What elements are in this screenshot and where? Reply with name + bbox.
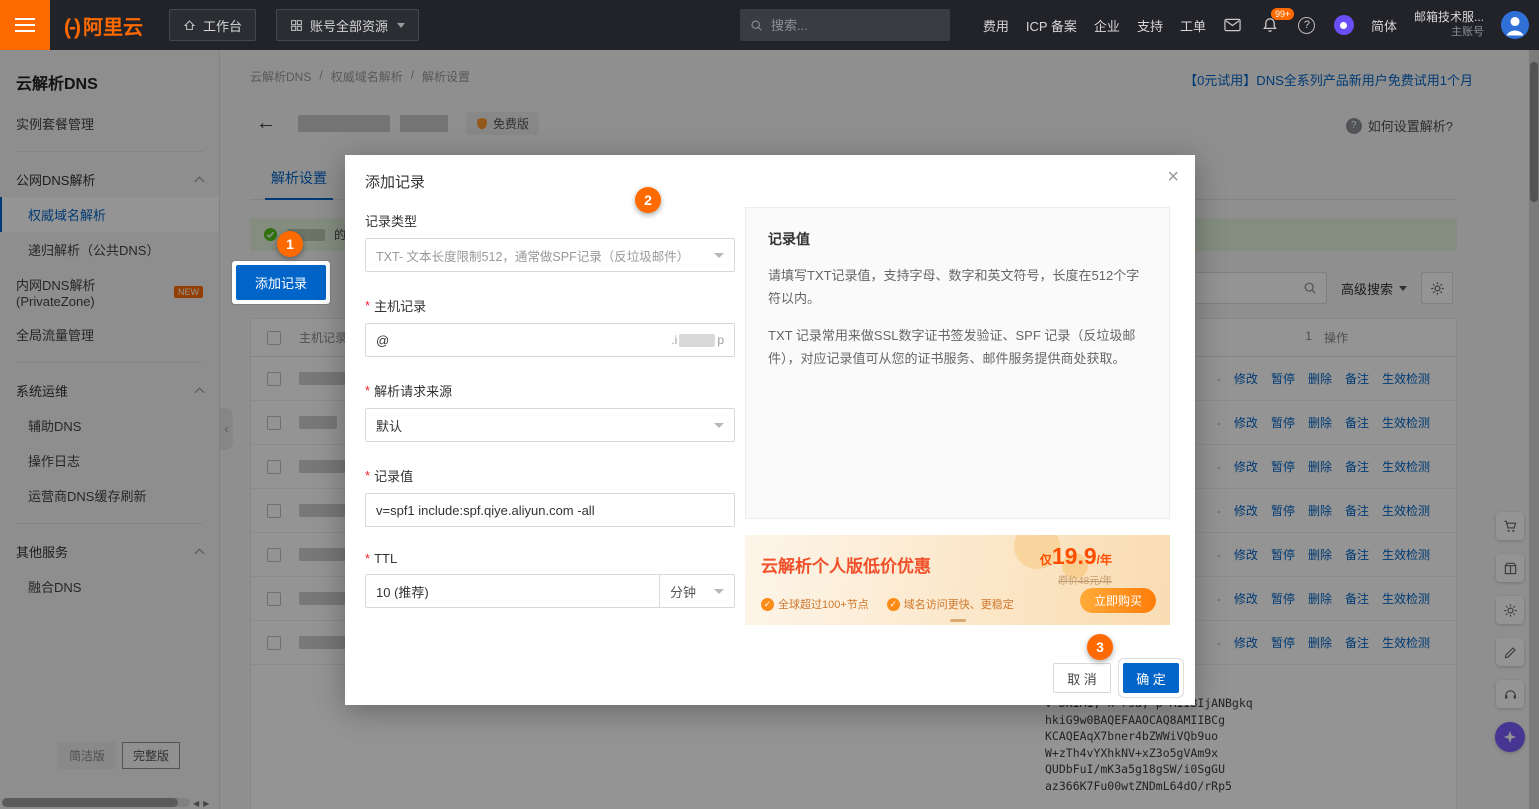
confirm-button[interactable]: 确 定 — [1123, 663, 1179, 693]
banner-feature: 域名访问更快、更稳定 — [904, 596, 1014, 612]
home-icon — [183, 19, 196, 32]
resource-picker-label: 账号全部资源 — [310, 16, 388, 35]
close-icon[interactable]: × — [1167, 167, 1179, 187]
host-record-value: @ — [376, 333, 389, 348]
topbar-nav-item[interactable]: 企业 — [1094, 16, 1120, 35]
record-value-input[interactable] — [376, 503, 724, 518]
price-number: 19.9 — [1052, 543, 1097, 570]
record-type-value: TXT- 文本长度限制512，通常做SPF记录（反垃圾邮件） — [376, 246, 689, 265]
aliyun-logo-icon: (-) — [64, 16, 79, 40]
personal-edition-promo-banner[interactable]: 云解析个人版低价优惠 仅 19.9 /年 原价48元/年 ✓ 全球超过100+节… — [745, 535, 1170, 625]
help-paragraph: TXT 记录常用来做SSL数字证书签发验证、SPF 记录（反垃圾邮件），对应记录… — [768, 324, 1147, 370]
aliyun-logo[interactable]: (-) 阿里云 — [64, 11, 143, 40]
required-mark: * — [365, 468, 370, 483]
required-mark: * — [365, 298, 370, 313]
check-icon: ✓ — [761, 598, 774, 611]
chevron-down-icon — [714, 589, 724, 594]
host-record-input[interactable]: @ .i p — [365, 323, 735, 357]
line-select[interactable]: 默认 — [365, 408, 735, 442]
field-label-text: 记录类型 — [365, 211, 417, 230]
required-mark: * — [365, 383, 370, 398]
domain-redacted — [679, 334, 715, 347]
buy-now-button[interactable]: 立即购买 — [1080, 588, 1156, 613]
suffix-postfix: p — [717, 333, 724, 347]
topbar-nav-item[interactable]: ICP 备案 — [1026, 16, 1077, 35]
resource-picker[interactable]: 账号全部资源 — [276, 9, 419, 41]
banner-features: ✓ 全球超过100+节点 ✓ 域名访问更快、更稳定 — [761, 596, 1014, 612]
carousel-indicator — [950, 619, 966, 622]
record-value-field[interactable] — [365, 493, 735, 527]
notification-bell-icon[interactable]: 99+ — [1260, 15, 1280, 35]
topbar-nav-item[interactable]: 工单 — [1180, 16, 1206, 35]
search-icon — [750, 19, 763, 32]
account-role: 主账号 — [1451, 25, 1484, 40]
chevron-down-icon — [714, 253, 724, 258]
chevron-down-icon — [714, 423, 724, 428]
question-mark-glyph: ? — [1298, 17, 1315, 34]
notification-badge: 99+ — [1271, 8, 1294, 20]
workbench-label: 工作台 — [203, 16, 242, 35]
message-icon[interactable] — [1223, 15, 1243, 35]
ttl-label: * TTL — [365, 551, 735, 566]
field-label-text: 主机记录 — [374, 296, 426, 315]
record-value-label: * 记录值 — [365, 466, 735, 485]
ttl-input[interactable] — [365, 574, 659, 608]
topbar-nav-item[interactable]: 费用 — [983, 16, 1009, 35]
account-menu[interactable]: 邮箱技术服... 主账号 — [1414, 10, 1484, 40]
record-type-select[interactable]: TXT- 文本长度限制512，通常做SPF记录（反垃圾邮件） — [365, 238, 735, 272]
topbar-right-nav: 费用 ICP 备案企业支持工单 99+ ? 简体 邮箱技术服... 主账号 — [983, 0, 1529, 50]
add-record-modal: 添加记录 × 记录类型 TXT- 文本长度限制512，通常做SPF记录（反垃圾邮… — [345, 155, 1195, 705]
hamburger-menu-icon[interactable] — [0, 0, 50, 50]
banner-original-price: 原价48元/年 — [1058, 572, 1112, 587]
field-label-text: 记录值 — [374, 466, 413, 485]
resource-grid-icon — [290, 19, 303, 32]
topbar-search[interactable] — [740, 9, 950, 41]
price-prefix: 仅 — [1040, 551, 1052, 568]
record-type-label: 记录类型 — [365, 211, 735, 230]
account-name: 邮箱技术服... — [1414, 10, 1484, 25]
banner-feature: 全球超过100+节点 — [778, 596, 869, 612]
field-label-text: TTL — [374, 551, 397, 566]
required-mark: * — [365, 551, 370, 566]
ttl-field: 分钟 — [365, 574, 735, 608]
check-icon: ✓ — [887, 598, 900, 611]
tour-step-2-badge: 2 — [635, 187, 661, 213]
language-switch[interactable]: 简体 — [1371, 16, 1397, 35]
tour-step-1-badge: 1 — [277, 231, 303, 257]
line-label: * 解析请求来源 — [365, 381, 735, 400]
add-record-highlight: 添加记录 — [232, 261, 330, 304]
add-record-button[interactable]: 添加记录 — [236, 265, 326, 300]
host-record-label: * 主机记录 — [365, 296, 735, 315]
host-domain-suffix: .i p — [671, 333, 724, 347]
ttl-value-input[interactable] — [376, 584, 649, 599]
suffix-prefix: .i — [671, 333, 677, 347]
ttl-unit-select[interactable]: 分钟 — [659, 574, 735, 608]
aliyun-logo-text: 阿里云 — [83, 11, 143, 40]
topbar: (-) 阿里云 工作台 账号全部资源 费用 ICP 备案企业支持工单 99+ — [0, 0, 1539, 50]
help-panel-title: 记录值 — [768, 228, 1147, 251]
workbench-button[interactable]: 工作台 — [169, 9, 256, 41]
cancel-button[interactable]: 取 消 — [1053, 663, 1111, 693]
help-paragraph: 请填写TXT记录值，支持字母、数字和英文符号，长度在512个字符以内。 — [768, 264, 1147, 310]
add-record-form: 记录类型 TXT- 文本长度限制512，通常做SPF记录（反垃圾邮件） * 主机… — [365, 203, 735, 608]
banner-price: 仅 19.9 /年 — [1040, 543, 1112, 570]
topbar-nav-item[interactable]: 支持 — [1137, 16, 1163, 35]
ttl-unit-value: 分钟 — [670, 582, 696, 601]
record-value-help-panel: 记录值 请填写TXT记录值，支持字母、数字和英文符号，长度在512个字符以内。 … — [745, 207, 1170, 519]
banner-title: 云解析个人版低价优惠 — [761, 552, 931, 577]
tour-step-3-badge: 3 — [1087, 634, 1113, 660]
avatar[interactable] — [1501, 11, 1529, 39]
field-label-text: 解析请求来源 — [374, 381, 452, 400]
help-icon[interactable]: ? — [1297, 15, 1317, 35]
modal-title: 添加记录 — [365, 171, 425, 192]
assistant-icon[interactable] — [1334, 15, 1354, 35]
line-value: 默认 — [376, 416, 402, 435]
price-suffix: /年 — [1097, 551, 1112, 568]
search-input[interactable] — [771, 18, 921, 33]
chevron-down-icon — [397, 23, 405, 28]
